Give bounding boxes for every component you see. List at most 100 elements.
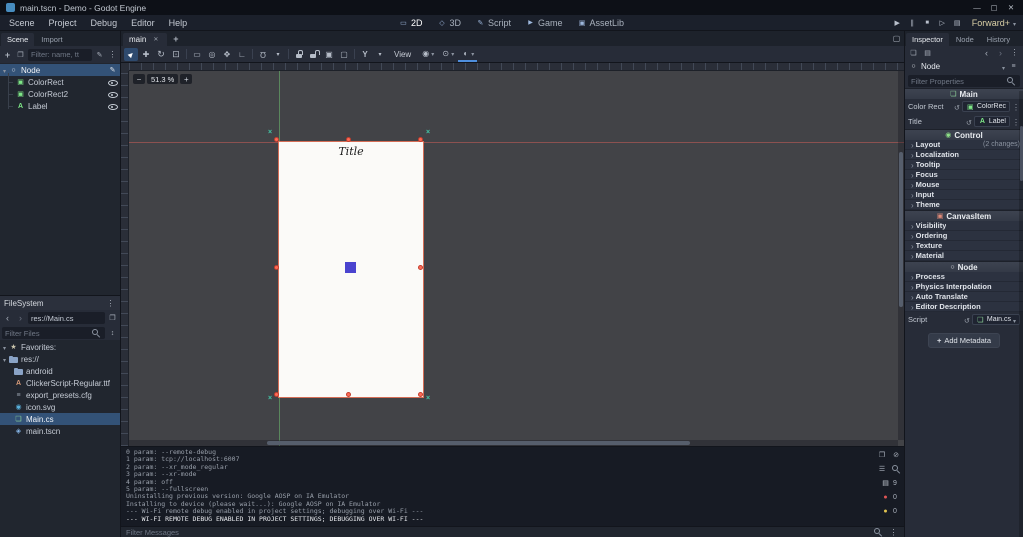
- expand-caret-icon[interactable]: [911, 272, 914, 282]
- revert-icon[interactable]: [964, 315, 970, 325]
- play-icon[interactable]: [893, 18, 902, 27]
- scene-tree-row[interactable]: Node: [0, 64, 120, 76]
- add-child-node-icon[interactable]: [2, 49, 13, 60]
- filter-files-input[interactable]: Filter Files: [2, 327, 105, 339]
- maximize-button[interactable]: ▢: [988, 3, 1000, 12]
- viewport-option-c[interactable]: [458, 47, 478, 62]
- ruler-icon[interactable]: [235, 48, 249, 61]
- expand-caret-icon[interactable]: [911, 160, 914, 170]
- revert-icon[interactable]: [954, 102, 960, 112]
- row-action-icon[interactable]: [107, 78, 118, 87]
- scene-menu-kebab-icon[interactable]: [107, 49, 118, 60]
- expand-caret-icon[interactable]: [911, 180, 914, 190]
- node-assign-button[interactable]: ColorRec: [961, 101, 1010, 112]
- move-icon[interactable]: [139, 48, 153, 61]
- scrollbar-thumb[interactable]: [899, 152, 903, 308]
- file-row[interactable]: android: [0, 365, 120, 377]
- scene-filter-input[interactable]: Filter: name, tt: [28, 48, 92, 61]
- sep-icon[interactable]: [250, 48, 255, 61]
- file-row[interactable]: res://: [0, 353, 120, 365]
- scrollbar-thumb[interactable]: [1019, 126, 1023, 181]
- row-action-icon[interactable]: [107, 90, 118, 99]
- inspector-row-color-rect[interactable]: Color Rect ColorRec: [905, 99, 1023, 114]
- selection-handle[interactable]: [418, 137, 423, 142]
- inspector-row-auto-translate[interactable]: Auto Translate: [905, 292, 1023, 302]
- expand-caret-icon[interactable]: [911, 221, 914, 231]
- file-row[interactable]: icon.svg: [0, 401, 120, 413]
- inspector-row-localization[interactable]: Localization: [905, 150, 1023, 160]
- select-icon[interactable]: [124, 47, 138, 61]
- dock-tab[interactable]: Import: [35, 33, 68, 46]
- playscene-icon[interactable]: [938, 18, 947, 27]
- scene-tab-main[interactable]: main: [123, 33, 168, 46]
- viewport-vertical-scrollbar[interactable]: [898, 71, 904, 440]
- inspector-row-editor-description[interactable]: Editor Description: [905, 302, 1023, 312]
- pause-icon[interactable]: [908, 18, 917, 27]
- scene-tree-row[interactable]: Label: [0, 97, 120, 112]
- menu-item[interactable]: Editor: [124, 18, 162, 28]
- filter-messages-input[interactable]: Filter Messages: [126, 528, 179, 537]
- canvas-colorrect[interactable]: [345, 262, 356, 273]
- workspace-tab[interactable]: Script: [476, 18, 511, 28]
- menu-item[interactable]: Help: [162, 18, 195, 28]
- menu-item[interactable]: Debug: [84, 18, 125, 28]
- scene-tree-row[interactable]: ColorRect: [0, 73, 120, 88]
- path-field[interactable]: res://Main.cs: [28, 312, 105, 324]
- caret-icon[interactable]: [271, 48, 285, 61]
- menu-item[interactable]: Project: [42, 18, 84, 28]
- expand-caret-icon[interactable]: [911, 190, 914, 200]
- selection-handle[interactable]: [418, 392, 423, 397]
- magnet-icon[interactable]: [256, 48, 270, 61]
- sort-files-icon[interactable]: [107, 328, 118, 339]
- messages-filter-icon[interactable]: [881, 479, 890, 488]
- inspector-row-ordering[interactable]: Ordering: [905, 231, 1023, 241]
- warnings-filter-icon[interactable]: [881, 507, 890, 516]
- caret-icon[interactable]: [373, 48, 387, 61]
- inspector-kebab-icon[interactable]: [1009, 47, 1020, 58]
- workspace-tab[interactable]: 3D: [437, 18, 461, 28]
- new-scene-tab-icon[interactable]: [170, 33, 181, 44]
- sep-icon[interactable]: [286, 48, 291, 61]
- attach-script-icon[interactable]: [94, 49, 105, 60]
- close-tab-icon[interactable]: [150, 34, 161, 45]
- collapse-duplicates-icon[interactable]: [877, 464, 888, 475]
- copy-log-icon[interactable]: [877, 450, 888, 461]
- expand-caret-icon[interactable]: [911, 231, 914, 241]
- sep-icon[interactable]: [184, 48, 189, 61]
- ungroup-icon[interactable]: [337, 48, 351, 61]
- history-forward-icon[interactable]: [995, 47, 1006, 58]
- history-back-icon[interactable]: [981, 47, 992, 58]
- errors-filter-icon[interactable]: [881, 493, 890, 502]
- workspace-tab[interactable]: Game: [526, 18, 563, 28]
- instance-scene-icon[interactable]: [15, 49, 26, 60]
- scale-icon[interactable]: [169, 48, 183, 61]
- expand-viewport-icon[interactable]: [891, 33, 902, 44]
- expand-caret-icon[interactable]: [911, 241, 914, 251]
- menu-item[interactable]: Scene: [2, 18, 42, 28]
- inspector-row-material[interactable]: Material: [905, 251, 1023, 261]
- row-action-icon[interactable]: [108, 66, 117, 75]
- inspector-row-script[interactable]: Script Main.cs: [905, 312, 1023, 327]
- lock-icon[interactable]: [292, 48, 306, 61]
- selection-handle[interactable]: [274, 265, 279, 270]
- load-resource-icon[interactable]: [922, 47, 933, 58]
- dock-tab[interactable]: Node: [950, 33, 980, 46]
- selection-handle[interactable]: [274, 137, 279, 142]
- collapse-caret-icon[interactable]: [3, 66, 6, 75]
- viewport-option-a[interactable]: [418, 47, 437, 62]
- inspector-row-mouse[interactable]: Mouse: [905, 180, 1023, 190]
- file-row[interactable]: Main.cs: [0, 413, 120, 425]
- selection-handle[interactable]: [274, 392, 279, 397]
- expand-caret-icon[interactable]: [911, 282, 914, 292]
- inspector-row-physics-interpolation[interactable]: Physics Interpolation: [905, 282, 1023, 292]
- collapse-caret-icon[interactable]: [3, 355, 6, 364]
- expand-caret-icon[interactable]: [911, 150, 914, 160]
- expand-caret-icon[interactable]: [911, 292, 914, 302]
- renderer-select[interactable]: Forward+: [972, 18, 1021, 28]
- scene-tree-row[interactable]: ColorRect2: [0, 85, 120, 100]
- pan-icon[interactable]: [220, 48, 234, 61]
- extra-options-icon[interactable]: [1008, 61, 1019, 72]
- scrollbar-thumb[interactable]: [267, 441, 691, 445]
- inspector-row-focus[interactable]: Focus: [905, 170, 1023, 180]
- inspector-row-layout[interactable]: Layout (2 changes): [905, 140, 1023, 150]
